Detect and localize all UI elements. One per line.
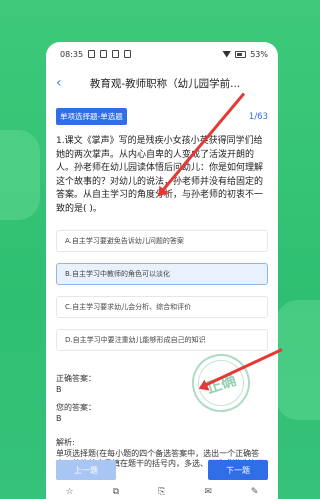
clip-icon[interactable]: ⎘ xyxy=(158,487,165,497)
options-list: A.自主学习要避免告诉幼儿问题的答案 B.自主学习中教师的角色可以淡化 C.自主… xyxy=(46,216,278,351)
option-d[interactable]: D.自主学习中要注重幼儿能够形成自己的知识 xyxy=(56,329,268,351)
next-question-button[interactable]: 下一题 xyxy=(208,460,268,480)
battery-icon xyxy=(235,50,247,58)
notification-icon xyxy=(88,50,96,58)
edit-icon[interactable]: ✎ xyxy=(251,487,259,497)
status-time: 08:35 xyxy=(60,49,84,59)
status-bar: 08:35 53% xyxy=(46,42,278,66)
question-navigation: 上一题 下一题 xyxy=(46,460,278,480)
app-icon xyxy=(124,50,132,58)
question-type-tag: 单项选择题-单选题 xyxy=(56,108,127,125)
question-text: 1.课文《掌声》写的是残疾小女孩小英获得同学们给她的两次掌声。从内心自卑的人变成… xyxy=(56,136,264,214)
star-icon[interactable]: ☆ xyxy=(66,487,74,497)
option-a[interactable]: A.自主学习要避免告诉幼儿问题的答案 xyxy=(56,230,268,252)
file-icon xyxy=(112,50,120,58)
question-meta: 单项选择题-单选题 1/63 xyxy=(46,100,278,125)
page-title: 教育观-教师职称（幼儿园学前... xyxy=(89,77,241,90)
sim-icon xyxy=(100,50,108,58)
analysis-label: 解析: xyxy=(56,438,75,447)
question-progress: 1/63 xyxy=(248,111,268,122)
bottom-toolbar: ☆ ⧉ ⎘ ✉ ✎ xyxy=(46,485,278,499)
your-answer-value: B xyxy=(56,413,62,423)
option-b[interactable]: B.自主学习中教师的角色可以淡化 xyxy=(56,263,268,285)
battery-percent: 53% xyxy=(250,49,268,59)
message-icon[interactable]: ✉ xyxy=(204,487,212,497)
copy-icon[interactable]: ⧉ xyxy=(113,487,119,497)
option-c[interactable]: C.自主学习要求幼儿会分析、综合和评价 xyxy=(56,296,268,318)
background-decoration-left xyxy=(0,130,40,220)
background-decoration-right xyxy=(276,300,320,420)
previous-question-button[interactable]: 上一题 xyxy=(56,460,116,480)
wifi-icon xyxy=(222,50,232,58)
back-arrow-icon[interactable]: ‹ xyxy=(56,75,72,91)
phone-screen: 08:35 53% ‹ 教育观-教师职称（幼儿园学前... 单项选择题-单选题 … xyxy=(46,42,278,499)
